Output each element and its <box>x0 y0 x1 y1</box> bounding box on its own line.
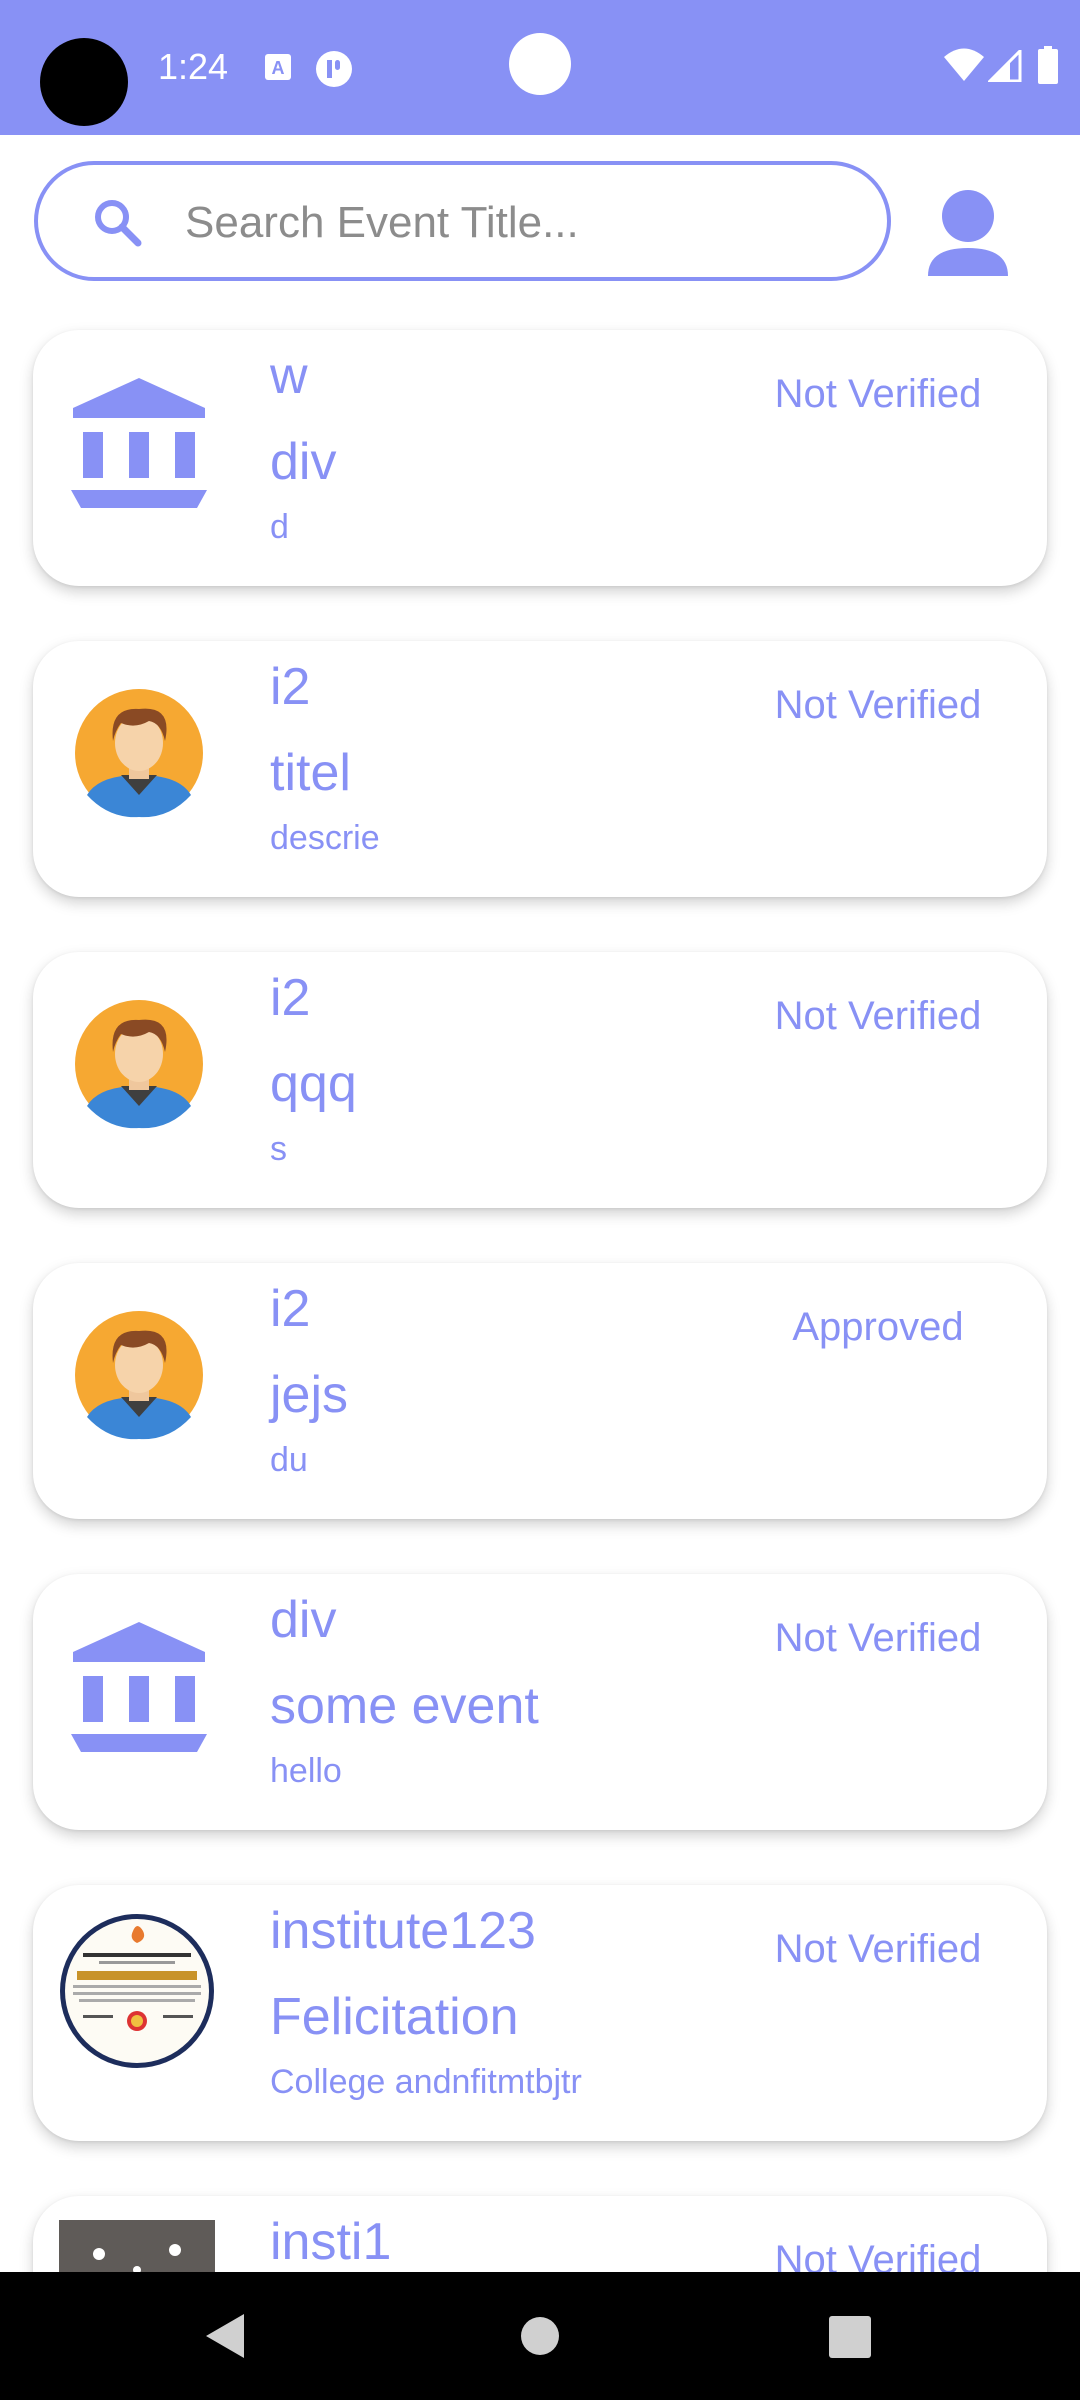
event-description: College andnfitmtbjtr <box>270 2063 582 2101</box>
event-organizer: i2 <box>270 969 311 1027</box>
back-icon[interactable] <box>204 2312 248 2360</box>
event-card[interactable]: insti1 Not Verified <box>33 2196 1047 2272</box>
event-title: jejs <box>270 1366 349 1424</box>
event-description: descrie <box>270 819 380 857</box>
event-description: hello <box>270 1752 342 1790</box>
event-card[interactable]: div some event hello Not Verified <box>33 1574 1047 1830</box>
status-badge: Not Verified <box>774 1927 982 1971</box>
event-organizer: insti1 <box>270 2213 392 2271</box>
event-title: div <box>270 433 337 491</box>
event-organizer: div <box>270 1591 337 1649</box>
event-list[interactable]: w div d Not Verified i2 titel descrie Not Verif… <box>0 0 1080 2272</box>
event-description: du <box>270 1441 308 1479</box>
status-badge: Not Verified <box>774 994 982 1038</box>
status-badge: Approved <box>792 1305 964 1349</box>
event-description: s <box>270 1130 287 1168</box>
event-title: some event <box>270 1677 539 1735</box>
event-description: d <box>270 508 289 546</box>
person-avatar <box>75 1000 203 1129</box>
event-title: Felicitation <box>270 1988 519 2046</box>
status-badge: Not Verified <box>774 1616 982 1660</box>
event-card[interactable]: i2 titel descrie Not Verified <box>33 641 1047 897</box>
search-input[interactable] <box>183 187 847 259</box>
institution-icon <box>71 1622 207 1752</box>
search-bar[interactable] <box>34 161 891 281</box>
event-card[interactable]: w div d Not Verified <box>33 330 1047 586</box>
recents-icon[interactable] <box>829 2316 871 2358</box>
event-title: qqq <box>270 1055 357 1113</box>
status-badge: Not Verified <box>774 2238 982 2272</box>
event-organizer: i2 <box>270 1280 311 1338</box>
person-avatar <box>75 689 203 818</box>
status-badge: Not Verified <box>774 372 982 416</box>
navigation-bar <box>0 2272 1080 2400</box>
event-card[interactable]: institute123 Felicitation College andnfitm… <box>33 1885 1047 2141</box>
search-icon <box>95 200 142 247</box>
profile-icon[interactable] <box>920 188 1016 278</box>
institution-icon <box>71 378 207 508</box>
event-title: titel <box>270 744 351 802</box>
event-card[interactable]: i2 jejs du Approved <box>33 1263 1047 1519</box>
event-organizer: i2 <box>270 658 311 716</box>
room-photo <box>59 2220 215 2272</box>
certificate-image <box>60 1914 214 2068</box>
person-avatar <box>75 1311 203 1440</box>
event-organizer: w <box>270 347 308 405</box>
status-badge: Not Verified <box>774 683 982 727</box>
event-organizer: institute123 <box>270 1902 536 1960</box>
event-card[interactable]: i2 qqq s Not Verified <box>33 952 1047 1208</box>
home-icon[interactable] <box>520 2316 560 2356</box>
